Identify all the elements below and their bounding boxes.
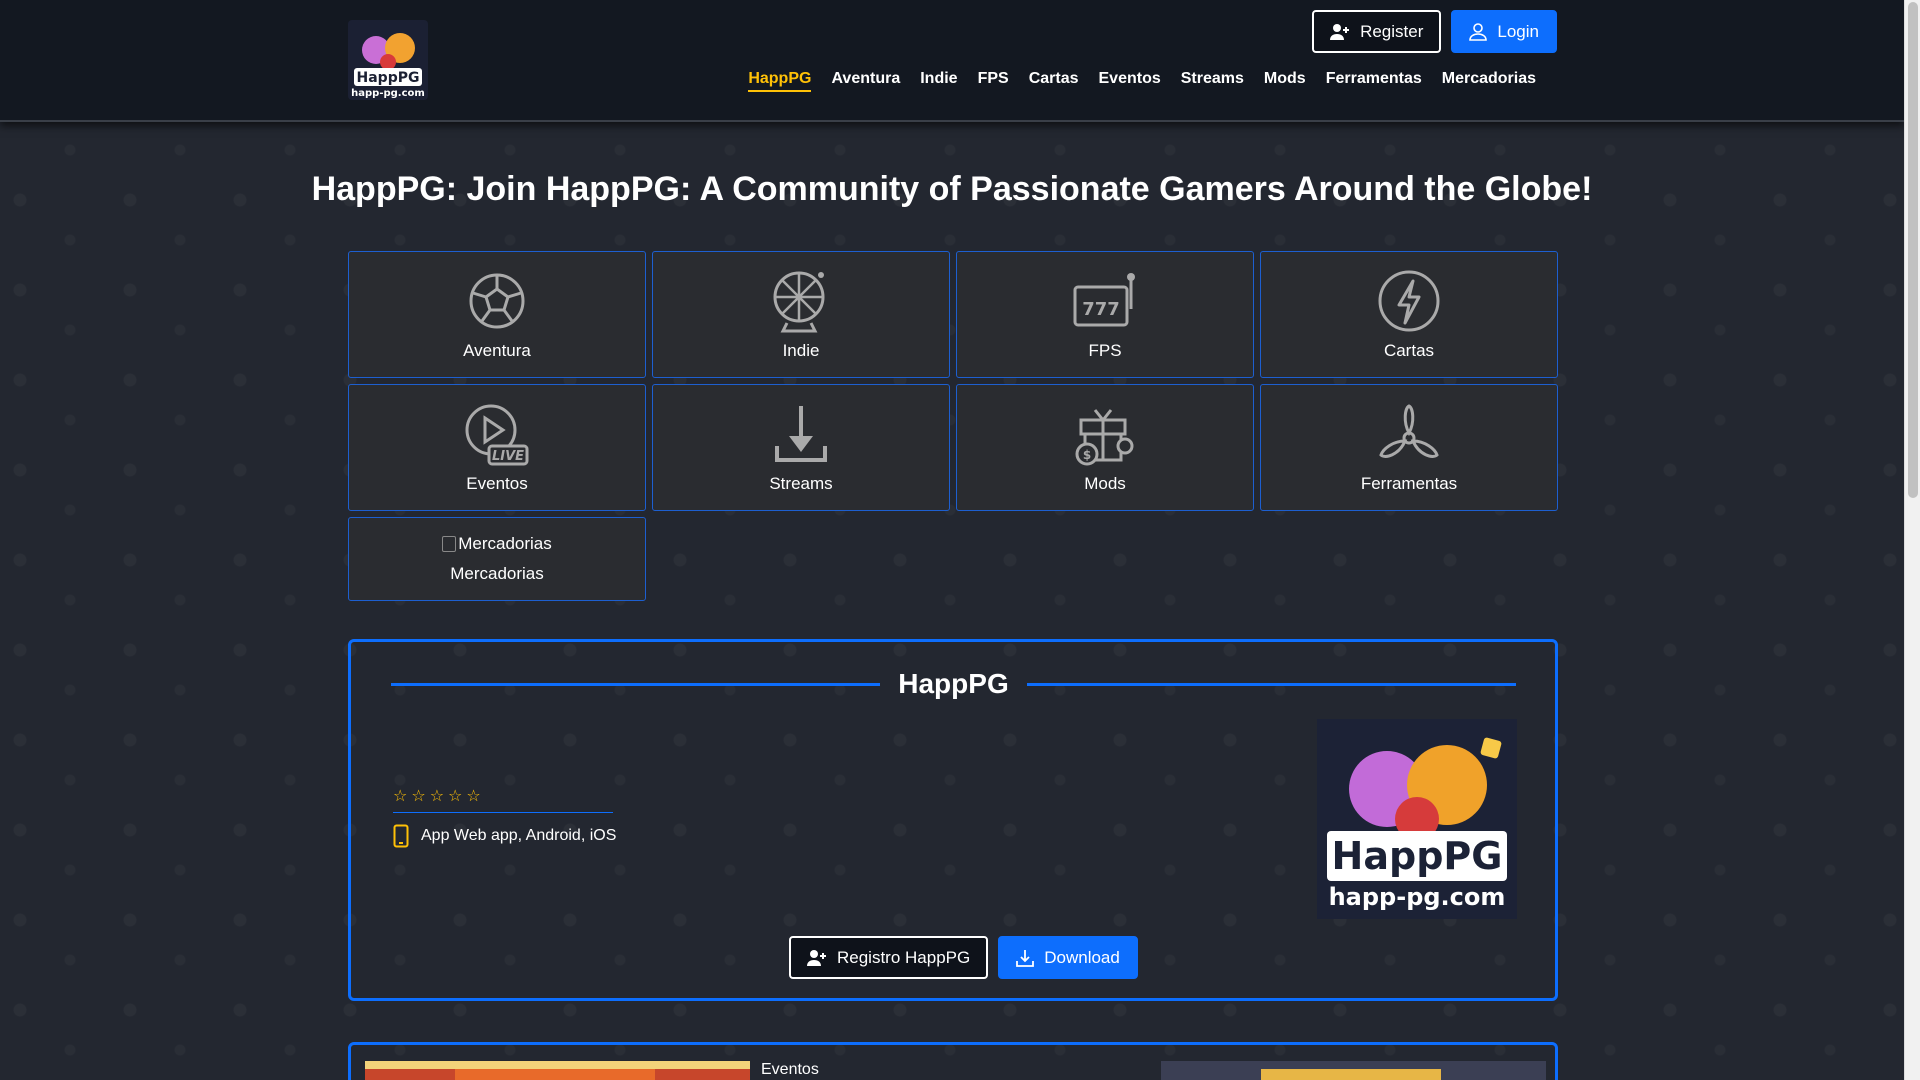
title-divider-left xyxy=(391,682,881,686)
site-logo[interactable]: HappPG happ-pg.com xyxy=(348,20,428,100)
register-button[interactable]: Register xyxy=(1312,10,1442,53)
broken-image-alt: Mercadorias xyxy=(458,534,552,553)
main-nav: HappPG Aventura Indie FPS Cartas Eventos… xyxy=(748,70,1536,92)
svg-text:LIVE: LIVE xyxy=(492,449,524,464)
category-tile-mercadorias[interactable]: Mercadorias Mercadorias xyxy=(348,517,646,601)
feature-actions: Registro HappPG Download xyxy=(789,936,1138,979)
nav-item-fps[interactable]: FPS xyxy=(978,70,1009,92)
category-label: Aventura xyxy=(463,341,531,360)
platform-info: App Web app, Android, iOS xyxy=(393,824,616,848)
registro-button[interactable]: Registro HappPG xyxy=(789,936,989,979)
platform-text: App Web app, Android, iOS xyxy=(421,827,617,844)
auth-buttons: Register Login xyxy=(1312,10,1557,53)
category-tile-mods[interactable]: $ Mods xyxy=(956,384,1254,511)
site-header: HappPG happ-pg.com Register Login HappPG… xyxy=(0,0,1904,122)
category-grid: Aventura Indie 777 FPS Cartas LIVE Event… xyxy=(348,251,1558,601)
star-icon: ☆ xyxy=(466,788,481,805)
scrollbar-thumb[interactable] xyxy=(1908,2,1918,498)
category-label: Mods xyxy=(1084,474,1126,493)
live-play-icon: LIVE xyxy=(465,404,529,466)
nav-item-eventos[interactable]: Eventos xyxy=(1099,70,1161,92)
category-label: Indie xyxy=(782,341,820,360)
feature-title: HappPG xyxy=(898,668,1009,699)
nav-item-aventura[interactable]: Aventura xyxy=(831,70,900,92)
nav-item-mods[interactable]: Mods xyxy=(1264,70,1306,92)
roulette-wheel-icon xyxy=(773,271,825,333)
nav-item-indie[interactable]: Indie xyxy=(920,70,957,92)
svg-text:HappPG: HappPG xyxy=(357,70,420,86)
svg-text:happ-pg.com: happ-pg.com xyxy=(1329,883,1506,911)
registro-label: Registro HappPG xyxy=(837,947,971,967)
star-rating: ☆ ☆ ☆ ☆ ☆ xyxy=(393,786,481,806)
broken-image-icon: Mercadorias xyxy=(442,534,552,554)
category-tile-ferramentas[interactable]: Ferramentas xyxy=(1260,384,1558,511)
page-scrollbar[interactable] xyxy=(1904,0,1920,1080)
category-label: FPS xyxy=(1088,341,1122,360)
category-label: Cartas xyxy=(1383,341,1435,360)
title-divider-right xyxy=(1026,682,1516,686)
nav-item-streams[interactable]: Streams xyxy=(1181,70,1244,92)
mobile-phone-icon xyxy=(393,824,409,848)
category-label: Streams xyxy=(769,474,833,493)
nav-item-happpg[interactable]: HappPG xyxy=(748,70,812,92)
category-label: Mercadorias xyxy=(450,564,544,583)
svg-text:777: 777 xyxy=(1082,299,1120,320)
download-icon xyxy=(775,406,827,462)
star-icon: ☆ xyxy=(411,788,426,805)
related-thumbnail[interactable] xyxy=(1161,1061,1546,1080)
category-tile-aventura[interactable]: Aventura xyxy=(348,251,646,378)
eventos-label: Eventos xyxy=(761,1061,819,1078)
nav-item-cartas[interactable]: Cartas xyxy=(1029,70,1079,92)
lightning-icon xyxy=(1378,270,1440,332)
register-label: Register xyxy=(1360,21,1424,41)
download-icon xyxy=(1016,949,1035,967)
user-plus-icon xyxy=(1330,23,1350,40)
page-title: HappPG: Join HappPG: A Community of Pass… xyxy=(311,170,1593,208)
soccer-ball-icon xyxy=(469,273,525,329)
user-plus-icon xyxy=(807,949,826,966)
star-icon: ☆ xyxy=(429,788,445,805)
star-icon: ☆ xyxy=(393,788,408,805)
login-button[interactable]: Login xyxy=(1451,10,1557,53)
nav-item-mercadorias[interactable]: Mercadorias xyxy=(1442,70,1536,92)
category-tile-indie[interactable]: Indie xyxy=(652,251,950,378)
eventos-card: Eventos xyxy=(348,1042,1558,1080)
svg-text:HappPG: HappPG xyxy=(1332,834,1503,878)
gift-coin-icon: $ xyxy=(1075,409,1134,466)
fan-icon xyxy=(1379,404,1439,458)
nav-item-ferramentas[interactable]: Ferramentas xyxy=(1326,70,1422,92)
category-tile-cartas[interactable]: Cartas xyxy=(1260,251,1558,378)
feature-card: HappPG ☆ ☆ ☆ ☆ ☆ App Web app, Android, i… xyxy=(348,639,1558,1001)
category-tile-eventos[interactable]: LIVE Eventos xyxy=(348,384,646,511)
slot-machine-icon: 777 xyxy=(1073,273,1135,327)
svg-text:happ-pg.com: happ-pg.com xyxy=(351,88,425,99)
download-button[interactable]: Download xyxy=(998,936,1138,979)
category-label: Eventos xyxy=(466,474,528,493)
feature-title-row: HappPG xyxy=(391,667,1516,701)
feature-app-image: HappPG happ-pg.com xyxy=(1317,719,1517,919)
category-tile-fps[interactable]: 777 FPS xyxy=(956,251,1254,378)
svg-text:$: $ xyxy=(1083,448,1091,462)
rating-divider xyxy=(393,812,613,813)
category-tile-streams[interactable]: Streams xyxy=(652,384,950,511)
login-label: Login xyxy=(1497,21,1539,41)
download-label: Download xyxy=(1044,947,1120,967)
category-label: Ferramentas xyxy=(1360,474,1458,493)
eventos-thumbnail[interactable] xyxy=(365,1061,750,1080)
user-icon xyxy=(1469,22,1488,41)
star-icon: ☆ xyxy=(448,788,463,805)
